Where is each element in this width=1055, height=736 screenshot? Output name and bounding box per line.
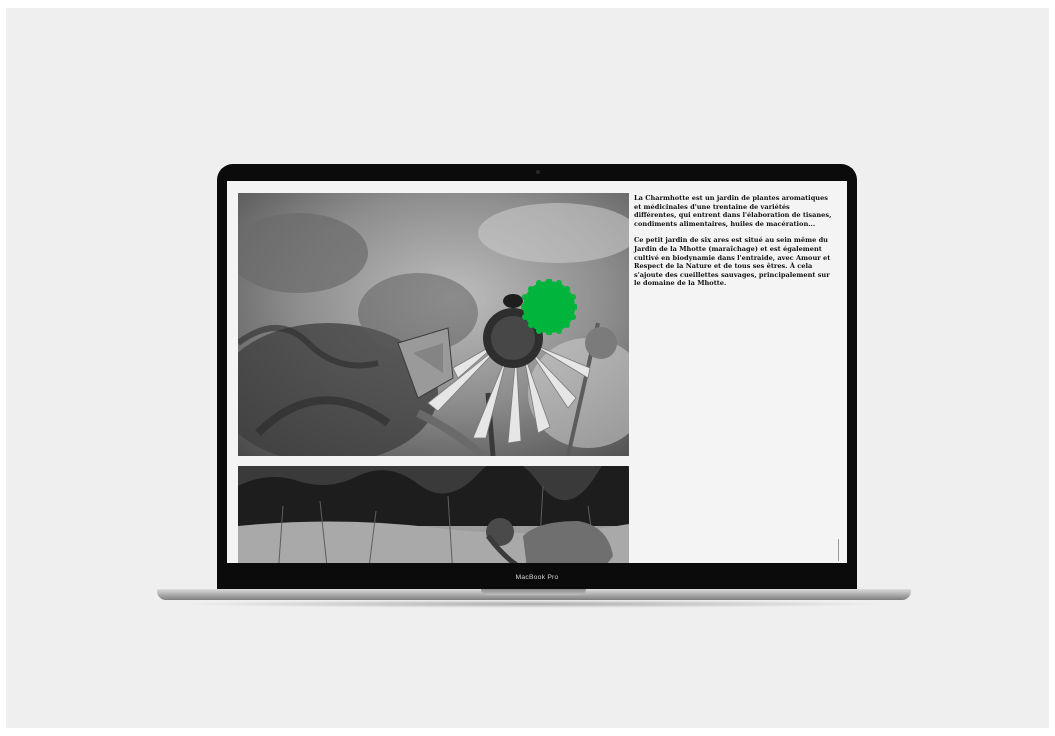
green-scalloped-badge <box>521 279 577 335</box>
scrollbar[interactable] <box>838 539 839 561</box>
description-paragraph-2: Ce petit jardin de six ares est situé au… <box>634 236 831 288</box>
laptop-screen: La Charmhotte est un jardin de plantes a… <box>227 181 847 563</box>
description-text: La Charmhotte est un jardin de plantes a… <box>634 194 834 296</box>
webcam <box>536 170 540 174</box>
laptop-model-label: MacBook Pro <box>515 574 559 581</box>
description-paragraph-1: La Charmhotte est un jardin de plantes a… <box>634 194 832 228</box>
gardener-image <box>238 466 629 563</box>
laptop-shadow <box>175 600 893 608</box>
gardener-photo <box>238 466 629 563</box>
laptop-opening-notch <box>481 589 586 595</box>
